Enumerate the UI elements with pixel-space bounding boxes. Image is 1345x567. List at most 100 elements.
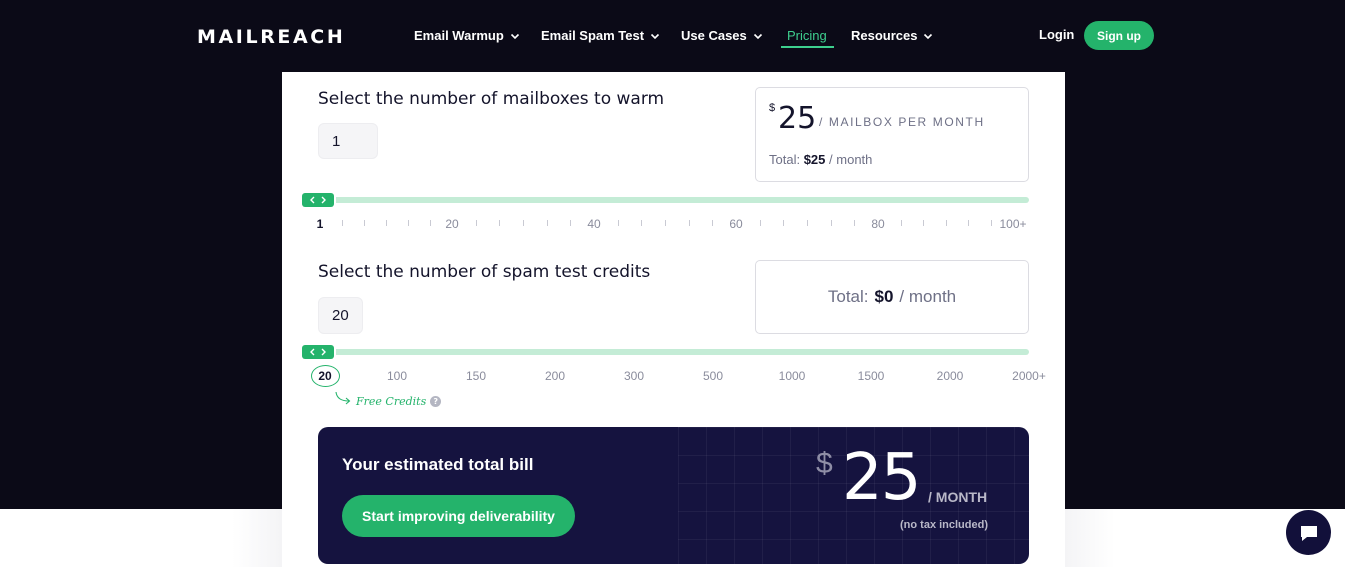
chevron-down-icon: [924, 33, 933, 39]
spam-tick-label: 100: [386, 369, 408, 383]
slider-minor-tick: [641, 220, 642, 226]
mailbox-price-card: $ 25 / MAILBOX PER MONTH Total: $25 / mo…: [755, 87, 1029, 182]
total-value: $0: [874, 287, 894, 306]
slider-minor-tick: [712, 220, 713, 226]
spam-price-card: Total: $0 / month: [755, 260, 1029, 334]
slider-minor-tick: [831, 220, 832, 226]
slider-minor-tick: [968, 220, 969, 226]
spam-tick-label: 500: [702, 369, 724, 383]
slider-minor-tick: [430, 220, 431, 226]
mailboxes-input[interactable]: 1: [318, 123, 378, 159]
chat-bubble-icon: [1300, 525, 1317, 541]
nav-label: Email Warmup: [414, 28, 504, 43]
chevron-down-icon: [651, 33, 660, 39]
free-credits-note: Free Credits ?: [356, 395, 442, 408]
slider-minor-tick: [342, 220, 343, 226]
question-icon[interactable]: ?: [430, 396, 442, 407]
mailbox-tick-label: 1: [316, 217, 324, 231]
mailboxes-slider-track[interactable]: [318, 197, 1029, 203]
chat-launcher[interactable]: [1286, 510, 1331, 555]
nav-label: Email Spam Test: [541, 28, 645, 43]
nav-active-indicator: [781, 46, 834, 48]
start-improving-button[interactable]: Start improving deliverability: [342, 495, 575, 537]
slider-minor-tick: [499, 220, 500, 226]
estimated-bill-card: Your estimated total bill Start improvin…: [318, 427, 1029, 564]
spam-tick-label: 2000: [936, 369, 964, 383]
nav-email-warmup[interactable]: Email Warmup: [414, 28, 520, 43]
bill-currency: $: [816, 447, 833, 480]
spam-credits-title: Select the number of spam test credits: [318, 262, 651, 282]
bill-amount: 25: [842, 441, 921, 515]
price-unit: / MAILBOX PER MONTH: [819, 115, 985, 129]
spam-tick-label: 20: [318, 369, 332, 383]
chevron-right-icon: [321, 196, 326, 204]
chevron-down-icon: [753, 33, 762, 39]
chevron-left-icon: [310, 196, 315, 204]
free-credits-label: Free Credits: [356, 395, 427, 408]
spam-tick-label: 200: [544, 369, 566, 383]
price-currency: $: [769, 102, 776, 114]
chevron-left-icon: [310, 348, 315, 356]
nav-resources[interactable]: Resources: [851, 28, 933, 43]
total-label: Total:: [769, 152, 801, 167]
slider-minor-tick: [364, 220, 365, 226]
slider-minor-tick: [946, 220, 947, 226]
mailbox-tick-label: 20: [445, 217, 459, 231]
nav-label: Pricing: [787, 28, 827, 43]
panel-shadow-left: [232, 509, 282, 567]
nav-label: Use Cases: [681, 28, 747, 43]
mailbox-total: Total: $25 / month: [769, 152, 872, 167]
site-header: MAILREACH Email Warmup Email Spam Test U…: [0, 0, 1345, 72]
slider-minor-tick: [570, 220, 571, 226]
nav-label: Resources: [851, 28, 918, 43]
mailboxes-title: Select the number of mailboxes to warm: [318, 89, 665, 109]
spam-credits-input[interactable]: 20: [318, 297, 363, 334]
mailbox-tick-label: 40: [587, 217, 601, 231]
spam-slider-thumb[interactable]: [302, 345, 334, 359]
total-suffix: / month: [899, 287, 957, 306]
total-value: $25: [803, 152, 826, 167]
spam-tick-label: 150: [465, 369, 487, 383]
mailbox-tick-label: 80: [871, 217, 885, 231]
logo[interactable]: MAILREACH: [197, 26, 345, 48]
spam-total: Total: $0 / month: [756, 261, 1028, 333]
slider-minor-tick: [408, 220, 409, 226]
tax-note: (no tax included): [900, 519, 988, 531]
slider-minor-tick: [901, 220, 902, 226]
chevron-right-icon: [321, 348, 326, 356]
slider-minor-tick: [783, 220, 784, 226]
slider-minor-tick: [523, 220, 524, 226]
curved-arrow-icon: [335, 391, 351, 405]
slider-minor-tick: [854, 220, 855, 226]
panel-shadow-right: [1065, 509, 1115, 567]
spam-tick-label: 1000: [778, 369, 806, 383]
signup-button[interactable]: Sign up: [1084, 21, 1154, 50]
slider-minor-tick: [760, 220, 761, 226]
mailbox-tick-label: 60: [729, 217, 743, 231]
slider-minor-tick: [689, 220, 690, 226]
slider-minor-tick: [665, 220, 666, 226]
nav-email-spam-test[interactable]: Email Spam Test: [541, 28, 660, 43]
spam-tick-label: 300: [623, 369, 645, 383]
total-label: Total:: [827, 287, 869, 306]
bill-unit: / MONTH: [928, 489, 988, 505]
spam-tick-label: 1500: [857, 369, 885, 383]
mailboxes-slider-thumb[interactable]: [302, 193, 334, 207]
login-link[interactable]: Login: [1039, 27, 1074, 42]
nav-pricing[interactable]: Pricing: [787, 28, 827, 43]
mailbox-tick-label: 100+: [999, 217, 1027, 231]
slider-minor-tick: [923, 220, 924, 226]
bill-title: Your estimated total bill: [342, 455, 534, 474]
spam-slider-track[interactable]: [318, 349, 1029, 355]
slider-minor-tick: [386, 220, 387, 226]
slider-minor-tick: [547, 220, 548, 226]
slider-minor-tick: [476, 220, 477, 226]
nav-use-cases[interactable]: Use Cases: [681, 28, 763, 43]
slider-minor-tick: [807, 220, 808, 226]
price-per-mailbox: 25: [778, 101, 817, 136]
chevron-down-icon: [510, 33, 519, 39]
total-suffix: / month: [829, 152, 873, 167]
slider-minor-tick: [618, 220, 619, 226]
spam-tick-label: 2000+: [1012, 369, 1046, 383]
slider-minor-tick: [991, 220, 992, 226]
